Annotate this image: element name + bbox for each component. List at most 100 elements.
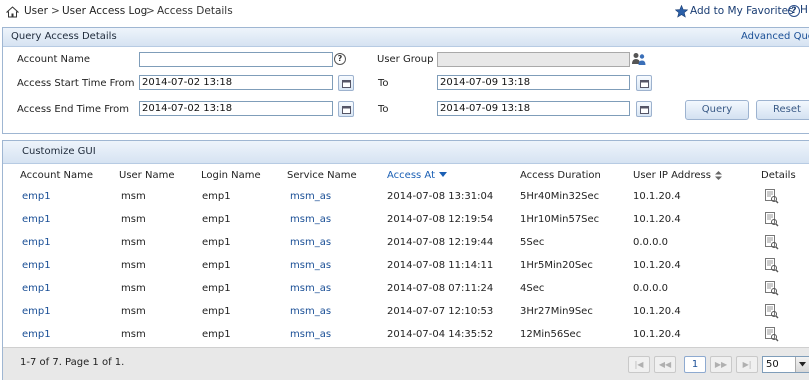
details-icon[interactable] [765,212,779,227]
calendar-icon [342,106,351,114]
user-ip-cell: 0.0.0.0 [633,283,668,294]
service-name-cell[interactable]: msm_as [290,260,331,271]
user-ip-cell: 0.0.0.0 [633,237,668,248]
details-icon[interactable] [765,281,779,296]
account-name-input[interactable] [139,52,333,67]
home-icon[interactable] [6,6,19,18]
column-header-user-ip-address-label: User IP Address [633,170,711,181]
service-name-cell[interactable]: msm_as [290,306,331,317]
access-at-cell: 2014-07-08 13:31:04 [387,191,494,202]
access-duration-cell: 4Sec [520,283,545,294]
login-name-cell: emp1 [202,237,231,248]
start-from-calendar-button[interactable] [338,75,354,91]
table-row[interactable]: emp1 msm emp1 msm_as 2014-07-07 12:10:53… [3,301,809,324]
advanced-query-link[interactable]: Advanced Que [741,31,809,42]
breadcrumb-separator: > [51,5,60,17]
account-name-cell[interactable]: emp1 [22,306,51,317]
login-name-cell: emp1 [202,260,231,271]
select-user-group-icon[interactable] [631,52,647,66]
service-name-cell[interactable]: msm_as [290,191,331,202]
column-header-access-at[interactable]: Access At [387,170,447,181]
account-name-label: Account Name [17,54,91,65]
user-group-input[interactable] [437,52,630,67]
table-row[interactable]: emp1 msm emp1 msm_as 2014-07-08 07:11:24… [3,278,809,301]
column-header-service-name[interactable]: Service Name [287,170,357,181]
login-name-cell: emp1 [202,191,231,202]
table-row[interactable]: emp1 msm emp1 msm_as 2014-07-08 13:31:04… [3,186,809,209]
account-name-cell[interactable]: emp1 [22,214,51,225]
column-header-user-ip-address[interactable]: User IP Address [633,170,722,181]
access-start-time-to-input[interactable] [437,75,630,90]
sort-both-icon [714,170,722,180]
chevron-down-icon [799,362,806,367]
access-duration-cell: 1Hr5Min20Sec [520,260,593,271]
page-size-select[interactable]: 50 [762,356,809,373]
query-button[interactable]: Query [685,100,749,120]
column-header-login-name[interactable]: Login Name [201,170,261,181]
help-link[interactable]: ? H [788,4,808,17]
table-row[interactable]: emp1 msm emp1 msm_as 2014-07-08 12:19:44… [3,232,809,255]
breadcrumb-access-details: Access Details [157,5,233,17]
account-name-cell[interactable]: emp1 [22,237,51,248]
details-icon[interactable] [765,327,779,342]
table-row[interactable]: emp1 msm emp1 msm_as 2014-07-08 12:19:54… [3,209,809,232]
first-page-button[interactable]: |◀ [628,356,650,373]
start-to-calendar-button[interactable] [636,75,652,91]
account-name-cell[interactable]: emp1 [22,260,51,271]
query-panel-header: Query Access Details Advanced Que [3,28,809,47]
service-name-cell[interactable]: msm_as [290,214,331,225]
breadcrumb: User > User Access Log > Access Details … [0,0,809,24]
table-row[interactable]: emp1 msm emp1 msm_as 2014-07-04 14:35:52… [3,324,809,347]
column-header-access-duration[interactable]: Access Duration [520,170,601,181]
user-name-cell: msm [121,260,146,271]
column-header-user-name[interactable]: User Name [119,170,174,181]
details-icon[interactable] [765,304,779,319]
breadcrumb-user-access-log[interactable]: User Access Log [62,5,147,17]
end-to-calendar-button[interactable] [636,101,652,117]
customize-gui-link[interactable]: Customize GUI [22,146,96,157]
details-icon[interactable] [765,189,779,204]
breadcrumb-separator: > [146,5,155,17]
query-panel-title: Query Access Details [11,31,117,42]
results-panel: Customize GUI Account Name User Name Log… [2,140,809,380]
service-name-cell[interactable]: msm_as [290,237,331,248]
previous-page-button[interactable]: ◀◀ [654,356,676,373]
user-group-label: User Group [377,54,434,65]
user-ip-cell: 10.1.20.4 [633,329,681,340]
access-duration-cell: 3Hr27Min9Sec [520,306,593,317]
calendar-icon [342,80,351,88]
user-ip-cell: 10.1.20.4 [633,306,681,317]
access-end-time-to-input[interactable] [437,101,630,116]
service-name-cell[interactable]: msm_as [290,283,331,294]
access-end-time-from-input[interactable] [139,101,333,116]
current-page-indicator[interactable]: 1 [684,356,706,373]
details-icon[interactable] [765,235,779,250]
add-to-favorites-label: Add to My Favorites [690,5,794,17]
user-name-cell: msm [121,214,146,225]
table-row[interactable]: emp1 msm emp1 msm_as 2014-07-08 11:14:11… [3,255,809,278]
access-at-cell: 2014-07-08 07:11:24 [387,283,494,294]
page-size-value: 50 [766,359,779,370]
next-page-button[interactable]: ▶▶ [710,356,732,373]
last-page-button[interactable]: ▶| [736,356,758,373]
page-size-dropdown-button[interactable] [795,357,809,372]
account-name-cell[interactable]: emp1 [22,329,51,340]
user-name-cell: msm [121,283,146,294]
user-name-cell: msm [121,237,146,248]
reset-button[interactable]: Reset [756,100,809,120]
access-at-cell: 2014-07-08 11:14:11 [387,260,494,271]
help-icon: ? [788,5,800,17]
account-name-help-icon[interactable]: ? [334,53,346,65]
results-panel-header: Customize GUI [3,141,809,164]
breadcrumb-user[interactable]: User [24,5,48,17]
account-name-cell[interactable]: emp1 [22,191,51,202]
access-start-time-from-input[interactable] [139,75,333,90]
access-end-time-to-label: To [378,104,389,115]
details-icon[interactable] [765,258,779,273]
service-name-cell[interactable]: msm_as [290,329,331,340]
column-header-account-name[interactable]: Account Name [20,170,93,181]
calendar-icon [640,106,649,114]
account-name-cell[interactable]: emp1 [22,283,51,294]
end-from-calendar-button[interactable] [338,101,354,117]
login-name-cell: emp1 [202,329,231,340]
